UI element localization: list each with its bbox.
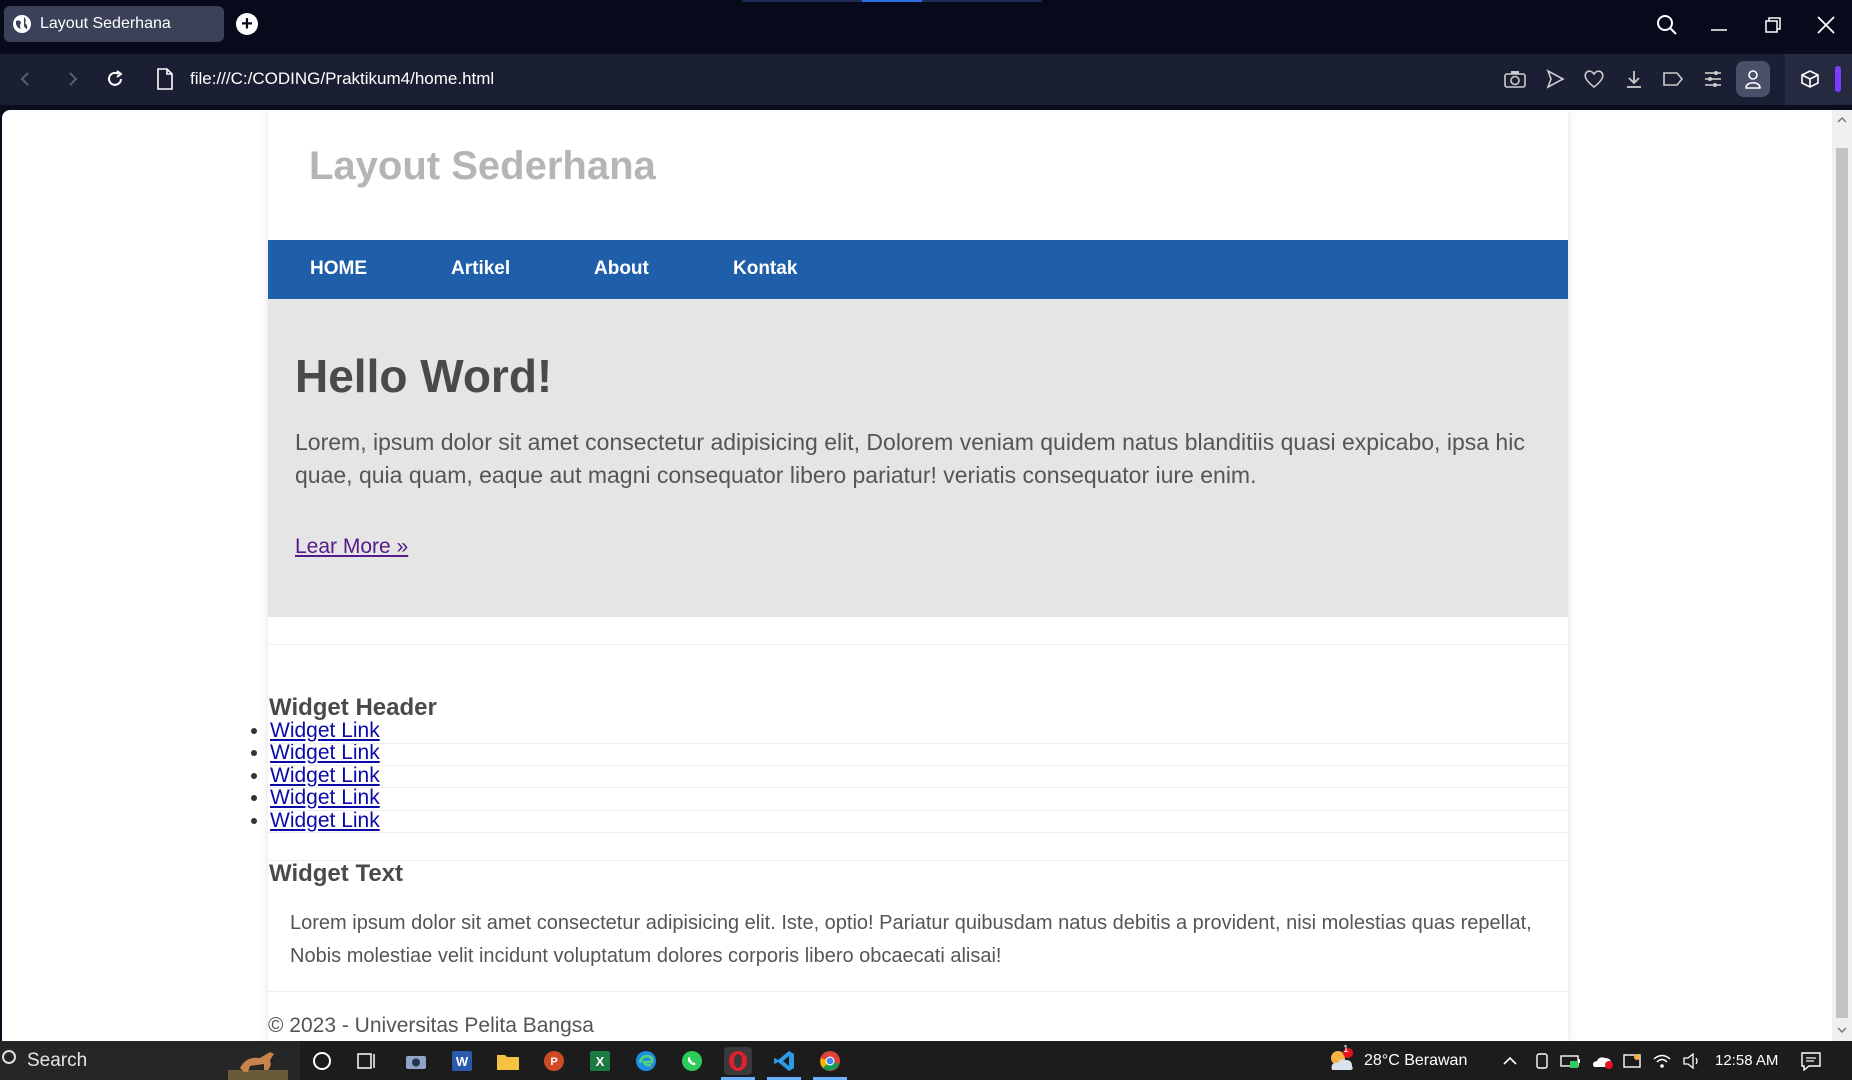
svg-text:X: X (596, 1054, 605, 1069)
cortana-icon[interactable] (308, 1047, 336, 1075)
list-divider (268, 765, 1568, 766)
hero-section: Hello Word! Lorem, ipsum dolor sit amet … (268, 299, 1568, 617)
extensions-area (1785, 54, 1852, 105)
nav-about[interactable]: About (594, 258, 649, 280)
list-divider (268, 810, 1568, 811)
nav-artikel[interactable]: Artikel (451, 258, 510, 280)
tab-strip: Layout Sederhana + (0, 0, 1852, 50)
back-button[interactable] (10, 64, 40, 94)
restore-icon[interactable] (1758, 10, 1788, 40)
profile-icon[interactable] (1736, 61, 1770, 97)
edge-icon[interactable] (632, 1047, 660, 1075)
list-divider (268, 787, 1568, 788)
footer-copyright: © 2023 - Universitas Pelita Bangsa (268, 1014, 594, 1037)
widget-link[interactable]: Widget Link (270, 741, 380, 764)
address-bar: file:///C:/CODING/Praktikum4/home.html (0, 54, 1852, 105)
taskbar-search-label: Search (27, 1050, 88, 1071)
svg-text:P: P (550, 1056, 557, 1068)
cloud-weather-icon (1331, 1047, 1353, 1070)
vscode-icon[interactable] (770, 1047, 798, 1075)
download-icon[interactable] (1621, 66, 1647, 92)
list-item: Widget Link (270, 809, 380, 832)
search-tabs-icon[interactable] (1652, 10, 1682, 40)
list-divider (268, 743, 1568, 744)
minimize-icon[interactable] (1704, 10, 1734, 40)
weather-badge: 1 (1343, 1044, 1349, 1055)
security-icon[interactable] (1622, 1041, 1642, 1080)
tag-icon[interactable] (1660, 66, 1686, 92)
new-tab-button[interactable]: + (236, 13, 258, 35)
widget-link[interactable]: Widget Link (270, 719, 380, 742)
section-divider (268, 644, 1568, 645)
close-window-icon[interactable] (1811, 10, 1841, 40)
cube-icon[interactable] (1797, 66, 1823, 92)
globe-icon (13, 15, 31, 33)
browser-tab[interactable]: Layout Sederhana (4, 6, 224, 42)
widget-link[interactable]: Widget Link (270, 764, 380, 787)
scroll-down-icon[interactable] (1836, 1024, 1848, 1036)
taskbar-search[interactable]: Search (0, 1041, 300, 1080)
heart-icon[interactable] (1581, 66, 1607, 92)
scroll-up-icon[interactable] (1836, 114, 1848, 126)
nav-kontak[interactable]: Kontak (733, 258, 797, 280)
onedrive-icon[interactable] (1590, 1041, 1614, 1080)
horse-illustration-icon (228, 1052, 288, 1080)
list-item: Widget Link (270, 764, 380, 787)
sidebar-accent-bar (1835, 66, 1841, 92)
file-icon (157, 68, 173, 90)
main-nav: HOME Artikel About Kontak (268, 240, 1568, 299)
widget-link[interactable]: Widget Link (270, 809, 380, 832)
list-item: Widget Link (270, 787, 380, 809)
list-item: Widget Link (270, 720, 380, 742)
site-title: Layout Sederhana (309, 144, 656, 188)
weather-text: 28°C Berawan (1364, 1051, 1468, 1069)
clock[interactable]: 12:58 AM (1715, 1041, 1778, 1080)
search-icon (2, 1050, 16, 1064)
wifi-icon[interactable] (1652, 1041, 1672, 1080)
browser-tab-title: Layout Sederhana (40, 15, 171, 32)
tray-overflow-icon[interactable] (1502, 1041, 1518, 1080)
file-explorer-icon[interactable] (494, 1047, 522, 1075)
scroll-thumb[interactable] (1836, 148, 1848, 1018)
list-divider (268, 832, 1568, 833)
widget-link-list: Widget Link Widget Link Widget Link Widg… (232, 720, 380, 832)
section-divider (268, 860, 1568, 861)
widget-text: Lorem ipsum dolor sit amet consectetur a… (290, 912, 1532, 967)
page-container: Layout Sederhana HOME Artikel About Kont… (268, 110, 1568, 1041)
page-viewport: Layout Sederhana HOME Artikel About Kont… (2, 110, 1832, 1041)
weather-widget[interactable]: 1 28°C Berawan (1326, 1041, 1467, 1080)
opera-icon[interactable] (724, 1047, 752, 1075)
whatsapp-icon[interactable] (678, 1047, 706, 1075)
reload-button[interactable] (100, 64, 130, 94)
camera-app-icon[interactable] (402, 1047, 430, 1075)
taskbar: Search W P X 1 28°C Berawan 12:58 AM (0, 1041, 1852, 1080)
notification-icon[interactable] (1800, 1041, 1822, 1080)
widget-header: Widget Header (269, 694, 437, 721)
widget-link[interactable]: Widget Link (270, 786, 380, 809)
svg-text:W: W (456, 1054, 469, 1069)
hero-text: Lorem, ipsum dolor sit amet consectetur … (295, 429, 1525, 488)
phone-link-icon[interactable] (1534, 1041, 1550, 1080)
tab-strip-indicator-active (862, 0, 922, 2)
forward-button[interactable] (58, 64, 88, 94)
settings-sliders-icon[interactable] (1700, 66, 1726, 92)
chrome-icon[interactable] (816, 1047, 844, 1075)
learn-more-link[interactable]: Lear More » (295, 535, 408, 559)
excel-icon[interactable]: X (586, 1047, 614, 1075)
battery-icon[interactable] (1560, 1041, 1582, 1080)
hero-heading: Hello Word! (295, 350, 553, 402)
powerpoint-icon[interactable]: P (540, 1047, 568, 1075)
camera-icon[interactable] (1502, 66, 1528, 92)
url-field[interactable]: file:///C:/CODING/Praktikum4/home.html (190, 69, 494, 89)
site-header: Layout Sederhana (268, 110, 1568, 239)
list-item: Widget Link (270, 742, 380, 764)
vertical-scrollbar[interactable] (1832, 110, 1852, 1041)
nav-home[interactable]: HOME (310, 258, 367, 280)
footer-divider (268, 991, 1568, 992)
task-view-icon[interactable] (353, 1047, 381, 1075)
send-icon[interactable] (1542, 66, 1568, 92)
volume-icon[interactable] (1682, 1041, 1702, 1080)
word-icon[interactable]: W (448, 1047, 476, 1075)
widget-text-header: Widget Text (269, 860, 404, 887)
